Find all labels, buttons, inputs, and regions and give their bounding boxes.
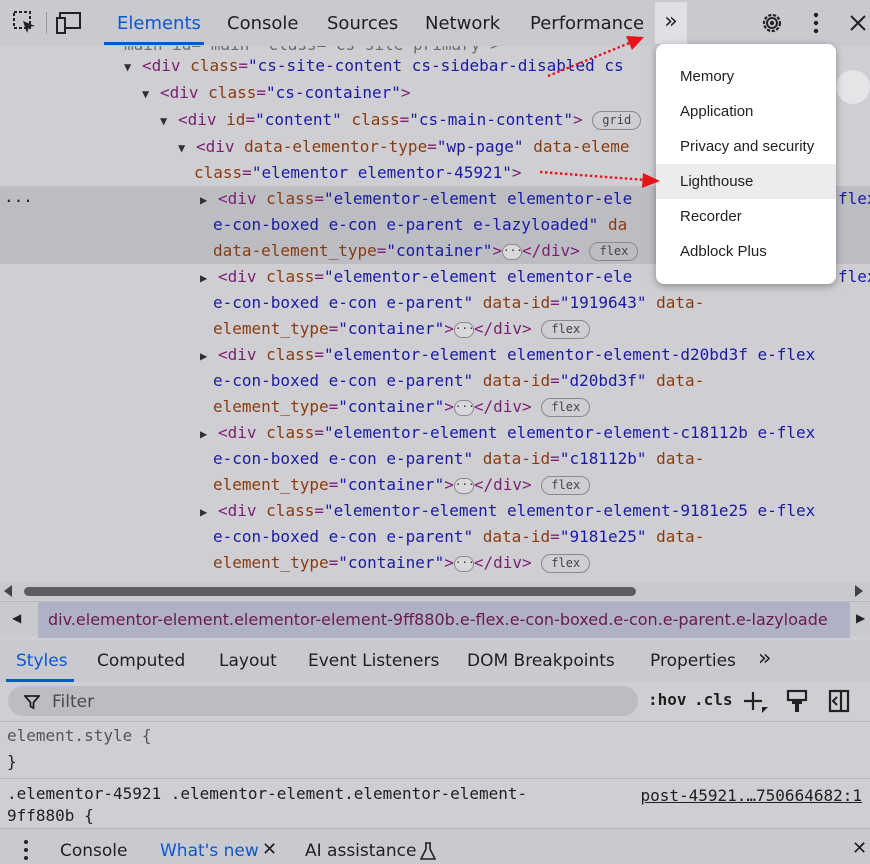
arrow-to-more-tabs bbox=[547, 36, 644, 78]
arrow-to-lighthouse bbox=[539, 170, 660, 188]
devtools-window: { "toolbar": { "tabs": [ {"label": "Elem… bbox=[0, 0, 870, 864]
annotation-arrows bbox=[539, 36, 660, 188]
